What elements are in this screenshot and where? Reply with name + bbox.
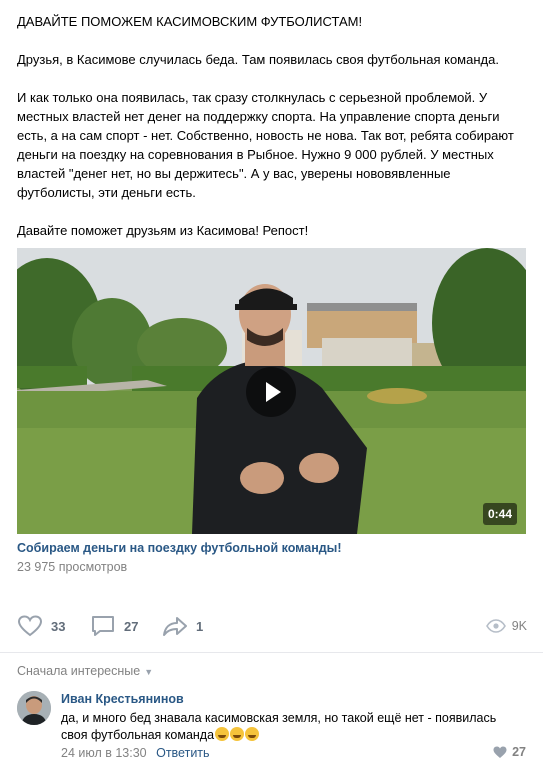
avatar-image bbox=[17, 691, 51, 725]
comments-sort-dropdown[interactable]: Сначала интересные ▼ bbox=[17, 664, 153, 678]
share-count: 1 bbox=[196, 618, 204, 634]
rofl-emoji-icon bbox=[245, 727, 260, 741]
views-count: 9K bbox=[511, 619, 527, 633]
comment-like-count: 27 bbox=[512, 745, 526, 759]
divider bbox=[0, 652, 543, 653]
comment-author-link[interactable]: Иван Крестьянинов bbox=[61, 692, 184, 706]
sort-label: Сначала интересные bbox=[17, 664, 141, 678]
post-paragraph: Давайте поможет друзьям из Касимова! Реп… bbox=[17, 223, 309, 238]
comment-body: да, и много бед знавала касимовская земл… bbox=[61, 711, 497, 742]
video-player[interactable]: 0:44 bbox=[17, 248, 526, 534]
comment-like-button[interactable]: 27 bbox=[493, 745, 526, 759]
reply-button[interactable]: Ответить bbox=[156, 746, 209, 760]
heart-icon bbox=[17, 615, 43, 637]
post-text: ДАВАЙТЕ ПОМОЖЕМ КАСИМОВСКИМ ФУТБОЛИСТАМ!… bbox=[17, 12, 529, 240]
eye-icon bbox=[485, 619, 506, 633]
comment-meta: 24 июл в 13:30 Ответить bbox=[61, 746, 210, 760]
share-icon bbox=[163, 617, 187, 636]
post-paragraph: И как только она появилась, так сразу ст… bbox=[17, 90, 514, 200]
rofl-emoji-icon bbox=[230, 727, 245, 741]
video-duration: 0:44 bbox=[482, 503, 517, 525]
post-title: ДАВАЙТЕ ПОМОЖЕМ КАСИМОВСКИМ ФУТБОЛИСТАМ! bbox=[17, 14, 363, 29]
share-button[interactable]: 1 bbox=[162, 613, 203, 639]
like-count: 33 bbox=[51, 618, 66, 634]
comment-count: 27 bbox=[124, 618, 139, 634]
video-title-link[interactable]: Собираем деньги на поездку футбольной ко… bbox=[17, 541, 342, 555]
post-actions: 33 27 1 9K bbox=[17, 613, 529, 639]
avatar[interactable] bbox=[17, 691, 51, 725]
comment-icon bbox=[92, 616, 114, 636]
comment-date: 24 июл в 13:30 bbox=[61, 746, 147, 760]
play-icon[interactable] bbox=[246, 367, 296, 417]
post-paragraph: Друзья, в Касимове случилась беда. Там п… bbox=[17, 52, 499, 67]
comment-button[interactable]: 27 bbox=[90, 613, 138, 639]
views-counter: 9K bbox=[485, 613, 527, 639]
heart-icon bbox=[493, 746, 507, 758]
rofl-emoji-icon bbox=[215, 727, 230, 741]
chevron-down-icon: ▼ bbox=[144, 667, 154, 677]
like-button[interactable]: 33 bbox=[17, 613, 65, 639]
comment-text: да, и много бед знавала касимовская земл… bbox=[61, 710, 526, 744]
video-views: 23 975 просмотров bbox=[17, 560, 128, 574]
